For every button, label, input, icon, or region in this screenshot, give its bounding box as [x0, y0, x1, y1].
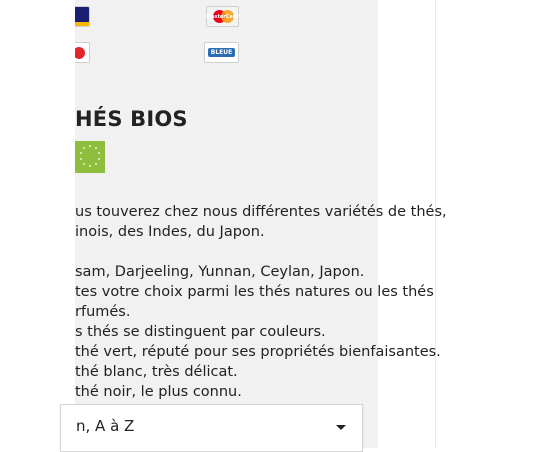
- description-line: s thés se distinguent par couleurs.: [75, 324, 326, 340]
- description-line: thé vert, réputé pour ses propriétés bie…: [75, 344, 441, 360]
- mastercard-icon: MasterCard: [206, 6, 239, 27]
- chevron-down-icon: [336, 425, 346, 430]
- cb-card-icon: [75, 42, 90, 63]
- description-line: rfumés.: [75, 304, 131, 320]
- sort-selected-value: n, A à Z: [76, 417, 135, 435]
- payment-logos: MasterCard BLEUE: [75, 0, 378, 70]
- eu-organic-leaf-icon: [75, 141, 105, 173]
- description-line: thé noir, le plus connu.: [75, 384, 242, 400]
- category-title: HÉS BIOS: [75, 107, 188, 131]
- description-line: us touverez chez nous différentes variét…: [75, 204, 447, 220]
- description-line: thé blanc, très délicat.: [75, 364, 238, 380]
- category-description: us touverez chez nous différentes variét…: [58, 202, 447, 402]
- description-line: sam, Darjeeling, Yunnan, Ceylan, Japon.: [75, 264, 365, 280]
- carte-bleue-icon: BLEUE: [204, 42, 239, 63]
- carte-bleue-label: BLEUE: [207, 48, 236, 57]
- mastercard-label: MasterCard: [206, 13, 239, 20]
- description-line: tes votre choix parmi les thés natures o…: [75, 284, 434, 300]
- sort-dropdown[interactable]: n, A à Z: [60, 404, 363, 452]
- description-line: inois, des Indes, du Japon.: [75, 224, 265, 240]
- visa-card-icon: [75, 6, 90, 27]
